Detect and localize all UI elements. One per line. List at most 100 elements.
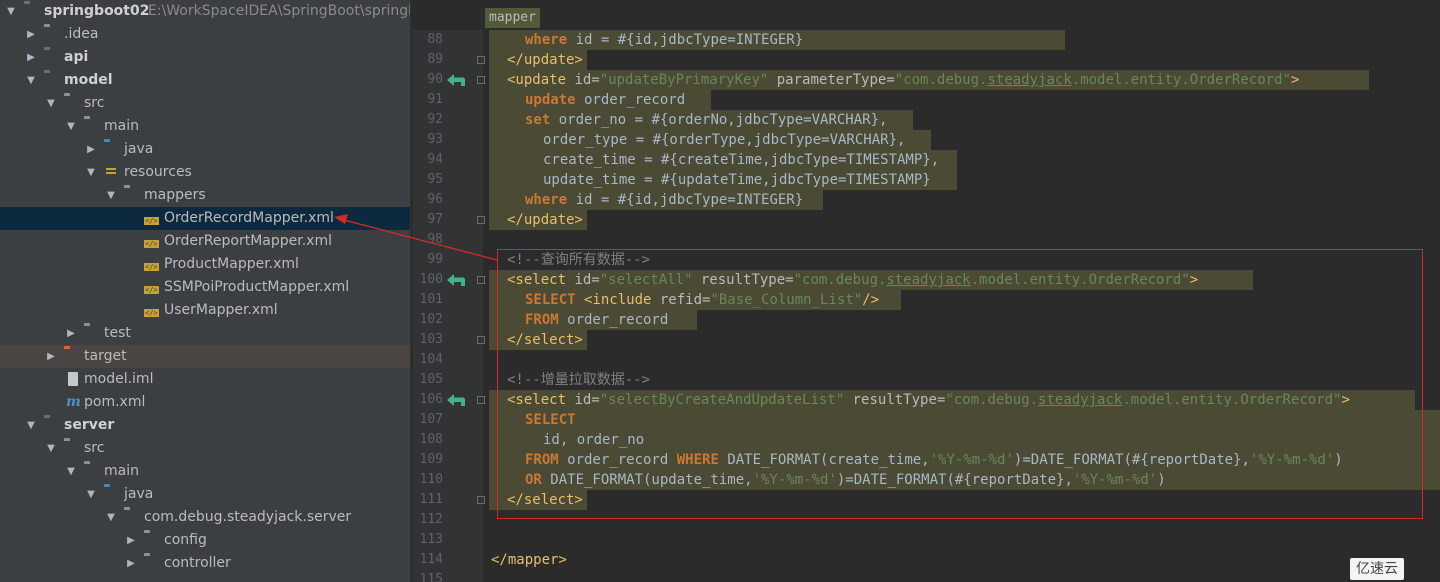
tree-item-model[interactable]: ▼ model [0, 69, 410, 92]
expand-arrow-icon[interactable]: ▼ [64, 460, 78, 483]
code-line[interactable]: </update> [489, 210, 587, 230]
fold-marker-icon[interactable] [477, 76, 485, 84]
code-line[interactable]: where id = #{id,jdbcType=INTEGER} [489, 30, 1065, 50]
expand-arrow-icon[interactable]: ▼ [44, 92, 58, 115]
collapse-arrow-icon[interactable]: ▶ [124, 529, 138, 552]
implementation-arrow-icon[interactable] [445, 272, 467, 288]
sql-keyword: update [525, 92, 576, 108]
line-number: 102 [419, 312, 443, 327]
fold-marker-icon[interactable] [477, 336, 485, 344]
fold-marker-icon[interactable] [477, 396, 485, 404]
tree-item-package-server[interactable]: ▼ com.debug.steadyjack.server [0, 506, 410, 529]
tree-item-label: model [64, 72, 113, 88]
xml-tag: > [1189, 272, 1199, 288]
tree-item-user-mapper[interactable]: UserMapper.xml [0, 299, 410, 322]
code-editor[interactable]: mapper 88 89 90 91 92 93 94 95 96 97 98 … [413, 0, 1440, 582]
tree-item-server-main[interactable]: ▼ main [0, 460, 410, 483]
code-line[interactable]: order_type = #{orderType,jdbcType=VARCHA… [489, 130, 931, 150]
tree-item-test[interactable]: ▶ test [0, 322, 410, 345]
code-line[interactable]: update_time = #{updateTime,jdbcType=TIME… [489, 170, 957, 190]
tree-item-java[interactable]: ▶ java [0, 138, 410, 161]
tree-item-label: springboot02 [44, 3, 150, 19]
expand-arrow-icon[interactable]: ▼ [44, 437, 58, 460]
fold-marker-icon[interactable] [477, 216, 485, 224]
code-text: order_no = #{orderNo,jdbcType=VARCHAR}, [550, 112, 888, 128]
tree-item-idea[interactable]: ▶ .idea [0, 23, 410, 46]
sql-keyword: where [525, 192, 568, 208]
tree-item-resources[interactable]: ▼ resources [0, 161, 410, 184]
code-line[interactable]: FROM order_record WHERE DATE_FORMAT(crea… [489, 450, 1440, 470]
xml-comment: <!--增量拉取数据--> [507, 372, 651, 388]
sql-keyword: WHERE [676, 452, 719, 468]
tree-item-order-record-mapper[interactable]: OrderRecordMapper.xml [0, 207, 410, 230]
code-line[interactable]: FROM order_record [489, 310, 697, 330]
tree-item-src[interactable]: ▼ src [0, 92, 410, 115]
tree-item-springboot02[interactable]: ▼ springboot02 E:\WorkSpaceIDEA\SpringBo… [0, 0, 410, 23]
tree-item-server-java[interactable]: ▼ java [0, 483, 410, 506]
tree-item-main[interactable]: ▼ main [0, 115, 410, 138]
fold-marker-icon[interactable] [477, 56, 485, 64]
expand-arrow-icon[interactable]: ▼ [84, 483, 98, 506]
tree-item-pom-xml[interactable]: m pom.xml [0, 391, 410, 414]
collapse-arrow-icon[interactable]: ▶ [24, 23, 38, 46]
tree-item-config[interactable]: ▶ config [0, 529, 410, 552]
fold-marker-icon[interactable] [477, 276, 485, 284]
expand-arrow-icon[interactable]: ▼ [24, 69, 38, 92]
code-line[interactable]: <!--查询所有数据--> [489, 250, 650, 270]
code-line[interactable]: id, order_no [489, 430, 1440, 450]
code-line[interactable]: SELECT <include refid="Base_Column_List"… [489, 290, 901, 310]
tree-item-server[interactable]: ▼ server [0, 414, 410, 437]
tree-item-target[interactable]: ▶ target [0, 345, 410, 368]
tree-item-label: ProductMapper.xml [164, 256, 299, 272]
xml-tag: </mapper> [491, 552, 567, 568]
expand-arrow-icon[interactable]: ▼ [4, 0, 18, 23]
xml-attr: parameterType= [768, 72, 895, 88]
tree-item-api[interactable]: ▶ api [0, 46, 410, 69]
implementation-arrow-icon[interactable] [445, 392, 467, 408]
tree-item-controller[interactable]: ▶ controller [0, 552, 410, 575]
code-line[interactable]: <select id="selectAll" resultType="com.d… [489, 270, 1253, 290]
fold-marker-icon[interactable] [477, 496, 485, 504]
tree-item-label: OrderRecordMapper.xml [164, 210, 334, 226]
xml-value: .model.entity.OrderRecord" [1071, 72, 1291, 88]
expand-arrow-icon[interactable]: ▼ [84, 161, 98, 184]
tree-item-order-report-mapper[interactable]: OrderReportMapper.xml [0, 230, 410, 253]
editor-breadcrumb[interactable]: mapper [485, 8, 540, 28]
code-line[interactable]: where id = #{id,jdbcType=INTEGER} [489, 190, 823, 210]
line-number: 98 [427, 232, 443, 247]
xml-tag: <select [507, 392, 567, 408]
line-number: 109 [419, 452, 443, 467]
tree-item-mappers[interactable]: ▼ mappers [0, 184, 410, 207]
expand-arrow-icon[interactable]: ▼ [104, 184, 118, 207]
sql-keyword: set [525, 112, 551, 128]
tree-item-product-mapper[interactable]: ProductMapper.xml [0, 253, 410, 276]
code-line[interactable]: set order_no = #{orderNo,jdbcType=VARCHA… [489, 110, 913, 130]
tree-item-server-src[interactable]: ▼ src [0, 437, 410, 460]
code-text: id = #{id,jdbcType=INTEGER} [567, 32, 804, 48]
code-line[interactable]: </select> [489, 330, 587, 350]
xml-value: steadyjack [987, 72, 1072, 88]
code-line[interactable]: </update> [489, 50, 587, 70]
implementation-arrow-icon[interactable] [445, 72, 467, 88]
collapse-arrow-icon[interactable]: ▶ [124, 552, 138, 575]
collapse-arrow-icon[interactable]: ▶ [44, 345, 58, 368]
collapse-arrow-icon[interactable]: ▶ [64, 322, 78, 345]
tree-item-ssmpoi-product-mapper[interactable]: SSMPoiProductMapper.xml [0, 276, 410, 299]
code-line[interactable]: OR DATE_FORMAT(update_time,'%Y-%m-%d')=D… [489, 470, 1440, 490]
code-line[interactable]: <update id="updateByPrimaryKey" paramete… [489, 70, 1369, 90]
expand-arrow-icon[interactable]: ▼ [64, 115, 78, 138]
tree-item-model-iml[interactable]: model.iml [0, 368, 410, 391]
code-line[interactable]: <select id="selectByCreateAndUpdateList"… [489, 390, 1415, 410]
code-line[interactable]: SELECT [489, 410, 1440, 430]
collapse-arrow-icon[interactable]: ▶ [24, 46, 38, 69]
expand-arrow-icon[interactable]: ▼ [104, 506, 118, 529]
code-line[interactable]: </mapper> [489, 550, 567, 570]
collapse-arrow-icon[interactable]: ▶ [84, 138, 98, 161]
iml-file-icon [68, 372, 78, 386]
expand-arrow-icon[interactable]: ▼ [24, 414, 38, 437]
code-line[interactable]: </select> [489, 490, 587, 510]
code-line[interactable]: <!--增量拉取数据--> [489, 370, 650, 390]
code-line[interactable]: create_time = #{createTime,jdbcType=TIME… [489, 150, 957, 170]
xml-attr: id= [566, 392, 600, 408]
code-line[interactable]: update order_record [489, 90, 711, 110]
